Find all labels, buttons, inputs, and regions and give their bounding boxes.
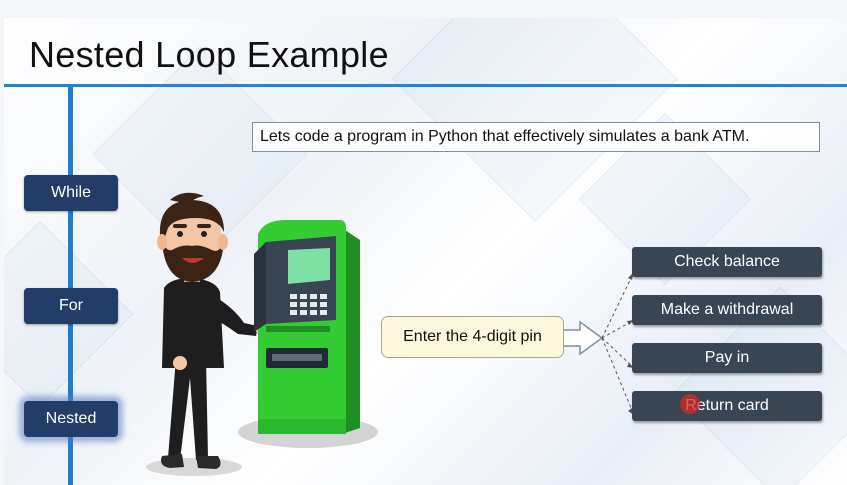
return-card-button[interactable]: Return card xyxy=(632,391,822,421)
title-divider xyxy=(4,84,847,87)
cursor-highlight xyxy=(680,394,700,414)
make-withdrawal-button[interactable]: Make a withdrawal xyxy=(632,295,822,325)
for-loop-button[interactable]: For xyxy=(24,288,118,324)
while-loop-button[interactable]: While xyxy=(24,175,118,211)
pin-prompt-box: Enter the 4-digit pin xyxy=(381,316,564,358)
pay-in-button[interactable]: Pay in xyxy=(632,343,822,373)
intro-callout: Lets code a program in Python that effec… xyxy=(252,122,820,152)
atm-machine-illustration xyxy=(238,220,378,448)
slide: Nested Loop Example While For Nested Let… xyxy=(4,18,847,485)
check-balance-button[interactable]: Check balance xyxy=(632,247,822,277)
nested-loop-button[interactable]: Nested xyxy=(24,401,118,437)
slide-title: Nested Loop Example xyxy=(29,34,389,75)
